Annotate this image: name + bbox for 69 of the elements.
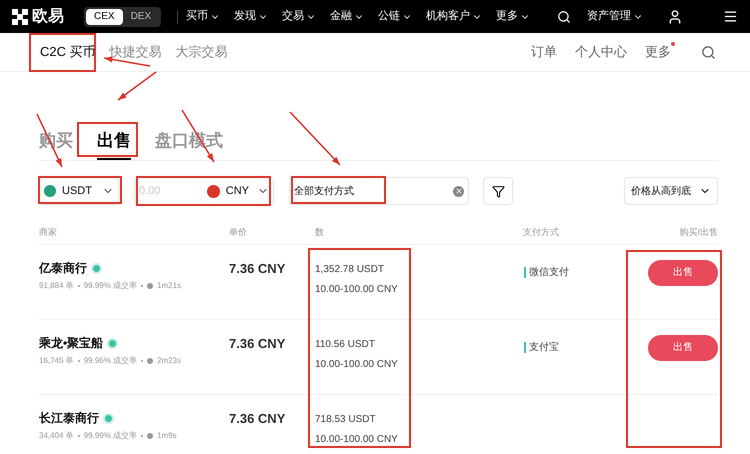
nav-menu-item[interactable]: 发现 [234, 8, 268, 25]
merchant-name[interactable]: 长江泰商行 [39, 409, 99, 427]
completion-rate: 99.99% 成交率 [84, 430, 138, 442]
crypto-select[interactable]: USDT [39, 177, 119, 205]
order-count: 16,745 单 [39, 355, 74, 367]
verified-badge-icon [107, 338, 118, 348]
order-count: 34,404 单 [39, 430, 74, 442]
available-amount: 1,352.78 USDT [315, 263, 385, 277]
column-header: 商家 [39, 226, 58, 239]
subnav-tab[interactable]: 快捷交易 [110, 42, 162, 62]
subnav-tab[interactable]: C2C 买币 [40, 42, 96, 62]
unit-price: 7.36 CNY [229, 335, 286, 353]
clock-icon [147, 283, 154, 289]
nav-menu-item[interactable]: 更多 [496, 8, 530, 25]
logo-text: 欧易 [32, 6, 64, 26]
column-header: 购买/出售 [679, 226, 718, 239]
completion-rate: 99.96% 成交率 [84, 355, 138, 367]
column-header: 支付方式 [523, 226, 560, 239]
assets-menu[interactable]: 资产管理 [587, 8, 643, 25]
fiat-label: CNY [226, 184, 249, 199]
verified-badge-icon [91, 262, 102, 274]
subnav-link[interactable]: 更多 [645, 42, 671, 62]
tether-icon [44, 185, 56, 197]
nav-menu-item[interactable]: 交易 [282, 8, 316, 25]
subnav-link[interactable]: 个人中心 [575, 42, 627, 62]
release-time: 2m23s [157, 355, 182, 367]
switch-option[interactable]: CEX [86, 8, 123, 24]
sort-select[interactable]: 价格从高到底 [624, 177, 718, 205]
order-limit: 10.00-100.00 CNY [315, 433, 399, 447]
order-limit: 10.00-100.00 CNY [315, 358, 399, 372]
available-amount: 718.53 USDT [315, 413, 377, 427]
clock-icon [147, 433, 154, 439]
column-header: 数 [315, 226, 325, 239]
trade-tab[interactable]: 出售 [97, 128, 131, 160]
payment-method: 微信支付 [524, 267, 569, 278]
verified-badge-icon [103, 412, 114, 424]
switch-option[interactable]: DEX [122, 8, 160, 24]
logo-icon [12, 8, 28, 24]
sell-button[interactable]: 出售 [648, 260, 718, 286]
subnav-link[interactable]: 订单 [531, 42, 557, 62]
yuan-icon [206, 184, 220, 198]
column-header: 单价 [229, 226, 248, 239]
completion-rate: 99.99% 成交率 [84, 280, 138, 292]
payment-select[interactable]: 全部支付方式 [289, 177, 469, 205]
annotation-box [77, 122, 138, 157]
clear-icon[interactable] [453, 186, 464, 196]
payment-method: 支付宝 [524, 342, 559, 353]
subnav-tab[interactable]: 大宗交易 [176, 42, 228, 62]
nav-menu-item[interactable]: 金融 [330, 8, 364, 25]
available-amount: 110.56 USDT [315, 338, 376, 352]
unit-price: 7.36 CNY [229, 260, 286, 278]
filter-icon [492, 184, 504, 198]
sell-button[interactable]: 出售 [648, 334, 718, 360]
menu-icon[interactable] [723, 9, 738, 24]
order-count: 91,884 单 [39, 280, 74, 292]
unit-price: 7.36 CNY [229, 410, 286, 428]
clock-icon [147, 358, 154, 364]
nav-menu-item[interactable]: 公链 [378, 8, 412, 25]
release-time: 1m21s [157, 280, 182, 292]
nav-menu-item[interactable]: 机构客户 [426, 8, 482, 25]
release-time: 1m9s [157, 430, 177, 442]
search-icon[interactable] [557, 10, 571, 24]
user-icon[interactable] [667, 8, 683, 24]
filter-button[interactable] [483, 177, 513, 205]
order-limit: 10.00-100.00 CNY [315, 283, 399, 297]
nav-menu-item[interactable]: 买币 [186, 8, 220, 25]
merchant-name[interactable]: 乘龙•聚宝船 [39, 334, 104, 352]
merchant-name[interactable]: 亿泰商行 [39, 259, 87, 277]
annotation-box [29, 33, 96, 72]
